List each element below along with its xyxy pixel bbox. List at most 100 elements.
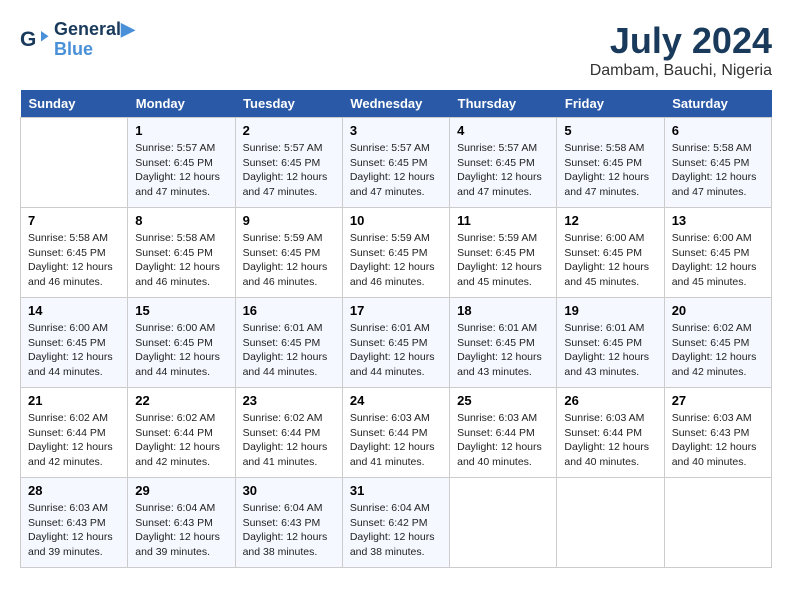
cell-details: Sunrise: 6:00 AMSunset: 6:45 PMDaylight:… [672,231,764,290]
day-number: 20 [672,303,764,318]
cell-details: Sunrise: 5:58 AMSunset: 6:45 PMDaylight:… [564,141,656,200]
day-number: 14 [28,303,120,318]
calendar-cell: 18 Sunrise: 6:01 AMSunset: 6:45 PMDayligh… [450,298,557,388]
day-number: 10 [350,213,442,228]
day-number: 28 [28,483,120,498]
cell-details: Sunrise: 6:03 AMSunset: 6:43 PMDaylight:… [28,501,120,560]
calendar-table: SundayMondayTuesdayWednesdayThursdayFrid… [20,90,772,568]
calendar-cell: 19 Sunrise: 6:01 AMSunset: 6:45 PMDayligh… [557,298,664,388]
calendar-cell: 28 Sunrise: 6:03 AMSunset: 6:43 PMDayligh… [21,478,128,568]
cell-details: Sunrise: 6:01 AMSunset: 6:45 PMDaylight:… [457,321,549,380]
calendar-cell: 1 Sunrise: 5:57 AMSunset: 6:45 PMDaylight… [128,118,235,208]
title-block: July 2024 Dambam, Bauchi, Nigeria [590,20,772,80]
calendar-cell: 27Sunrise: 6:03 AMSunset: 6:43 PMDayligh… [664,388,771,478]
calendar-cell: 14 Sunrise: 6:00 AMSunset: 6:45 PMDayligh… [21,298,128,388]
cell-details: Sunrise: 6:01 AMSunset: 6:45 PMDaylight:… [243,321,335,380]
calendar-cell [21,118,128,208]
calendar-cell [557,478,664,568]
calendar-cell [664,478,771,568]
calendar-cell: 23 Sunrise: 6:02 AMSunset: 6:44 PMDayligh… [235,388,342,478]
weekday-header-row: SundayMondayTuesdayWednesdayThursdayFrid… [21,90,772,118]
cell-details: Sunrise: 5:57 AMSunset: 6:45 PMDaylight:… [350,141,442,200]
calendar-week-row: 21 Sunrise: 6:02 AMSunset: 6:44 PMDayligh… [21,388,772,478]
calendar-cell: 15 Sunrise: 6:00 AMSunset: 6:45 PMDayligh… [128,298,235,388]
calendar-cell: 17 Sunrise: 6:01 AMSunset: 6:45 PMDayligh… [342,298,449,388]
day-number: 21 [28,393,120,408]
calendar-cell: 24Sunrise: 6:03 AMSunset: 6:44 PMDayligh… [342,388,449,478]
day-number: 18 [457,303,549,318]
weekday-header: Friday [557,90,664,118]
cell-details: Sunrise: 6:00 AMSunset: 6:45 PMDaylight:… [564,231,656,290]
cell-details: Sunrise: 6:01 AMSunset: 6:45 PMDaylight:… [350,321,442,380]
cell-details: Sunrise: 6:02 AMSunset: 6:44 PMDaylight:… [135,411,227,470]
cell-details: Sunrise: 5:59 AMSunset: 6:45 PMDaylight:… [350,231,442,290]
day-number: 31 [350,483,442,498]
day-number: 2 [243,123,335,138]
logo-icon: G [20,25,50,55]
calendar-week-row: 14 Sunrise: 6:00 AMSunset: 6:45 PMDayligh… [21,298,772,388]
day-number: 23 [243,393,335,408]
location-title: Dambam, Bauchi, Nigeria [590,62,772,80]
weekday-header: Tuesday [235,90,342,118]
calendar-cell: 20 Sunrise: 6:02 AMSunset: 6:45 PMDayligh… [664,298,771,388]
day-number: 25 [457,393,549,408]
cell-details: Sunrise: 5:57 AMSunset: 6:45 PMDaylight:… [457,141,549,200]
calendar-cell: 30Sunrise: 6:04 AMSunset: 6:43 PMDayligh… [235,478,342,568]
cell-details: Sunrise: 6:03 AMSunset: 6:44 PMDaylight:… [564,411,656,470]
cell-details: Sunrise: 6:04 AMSunset: 6:43 PMDaylight:… [243,501,335,560]
day-number: 7 [28,213,120,228]
weekday-header: Saturday [664,90,771,118]
day-number: 17 [350,303,442,318]
calendar-week-row: 28 Sunrise: 6:03 AMSunset: 6:43 PMDayligh… [21,478,772,568]
day-number: 15 [135,303,227,318]
calendar-week-row: 7 Sunrise: 5:58 AMSunset: 6:45 PMDaylight… [21,208,772,298]
day-number: 8 [135,213,227,228]
cell-details: Sunrise: 6:00 AMSunset: 6:45 PMDaylight:… [135,321,227,380]
day-number: 29 [135,483,227,498]
cell-details: Sunrise: 6:02 AMSunset: 6:45 PMDaylight:… [672,321,764,380]
calendar-cell: 31 Sunrise: 6:04 AMSunset: 6:42 PMDayligh… [342,478,449,568]
day-number: 16 [243,303,335,318]
page-header: G General▶ Blue July 2024 Dambam, Bauchi… [20,20,772,80]
svg-text:G: G [20,28,36,51]
day-number: 22 [135,393,227,408]
day-number: 13 [672,213,764,228]
cell-details: Sunrise: 6:02 AMSunset: 6:44 PMDaylight:… [243,411,335,470]
cell-details: Sunrise: 5:59 AMSunset: 6:45 PMDaylight:… [457,231,549,290]
calendar-cell: 16 Sunrise: 6:01 AMSunset: 6:45 PMDayligh… [235,298,342,388]
day-number: 26 [564,393,656,408]
calendar-cell: 12 Sunrise: 6:00 AMSunset: 6:45 PMDayligh… [557,208,664,298]
day-number: 6 [672,123,764,138]
cell-details: Sunrise: 5:58 AMSunset: 6:45 PMDaylight:… [672,141,764,200]
cell-details: Sunrise: 6:04 AMSunset: 6:42 PMDaylight:… [350,501,442,560]
cell-details: Sunrise: 5:58 AMSunset: 6:45 PMDaylight:… [28,231,120,290]
calendar-cell: 9Sunrise: 5:59 AMSunset: 6:45 PMDaylight… [235,208,342,298]
calendar-cell [450,478,557,568]
cell-details: Sunrise: 5:57 AMSunset: 6:45 PMDaylight:… [135,141,227,200]
month-year-title: July 2024 [590,20,772,62]
cell-details: Sunrise: 6:03 AMSunset: 6:44 PMDaylight:… [350,411,442,470]
calendar-cell: 13 Sunrise: 6:00 AMSunset: 6:45 PMDayligh… [664,208,771,298]
day-number: 19 [564,303,656,318]
day-number: 27 [672,393,764,408]
day-number: 12 [564,213,656,228]
calendar-cell: 3Sunrise: 5:57 AMSunset: 6:45 PMDaylight… [342,118,449,208]
weekday-header: Thursday [450,90,557,118]
weekday-header: Sunday [21,90,128,118]
cell-details: Sunrise: 6:03 AMSunset: 6:44 PMDaylight:… [457,411,549,470]
weekday-header: Wednesday [342,90,449,118]
calendar-cell: 22 Sunrise: 6:02 AMSunset: 6:44 PMDayligh… [128,388,235,478]
calendar-cell: 2 Sunrise: 5:57 AMSunset: 6:45 PMDaylight… [235,118,342,208]
cell-details: Sunrise: 5:59 AMSunset: 6:45 PMDaylight:… [243,231,335,290]
calendar-cell: 21Sunrise: 6:02 AMSunset: 6:44 PMDayligh… [21,388,128,478]
calendar-cell: 11Sunrise: 5:59 AMSunset: 6:45 PMDayligh… [450,208,557,298]
day-number: 4 [457,123,549,138]
cell-details: Sunrise: 6:00 AMSunset: 6:45 PMDaylight:… [28,321,120,380]
calendar-cell: 8Sunrise: 5:58 AMSunset: 6:45 PMDaylight… [128,208,235,298]
logo-text: General▶ Blue [54,20,135,60]
day-number: 1 [135,123,227,138]
cell-details: Sunrise: 5:57 AMSunset: 6:45 PMDaylight:… [243,141,335,200]
cell-details: Sunrise: 6:01 AMSunset: 6:45 PMDaylight:… [564,321,656,380]
calendar-cell: 10 Sunrise: 5:59 AMSunset: 6:45 PMDayligh… [342,208,449,298]
cell-details: Sunrise: 6:04 AMSunset: 6:43 PMDaylight:… [135,501,227,560]
